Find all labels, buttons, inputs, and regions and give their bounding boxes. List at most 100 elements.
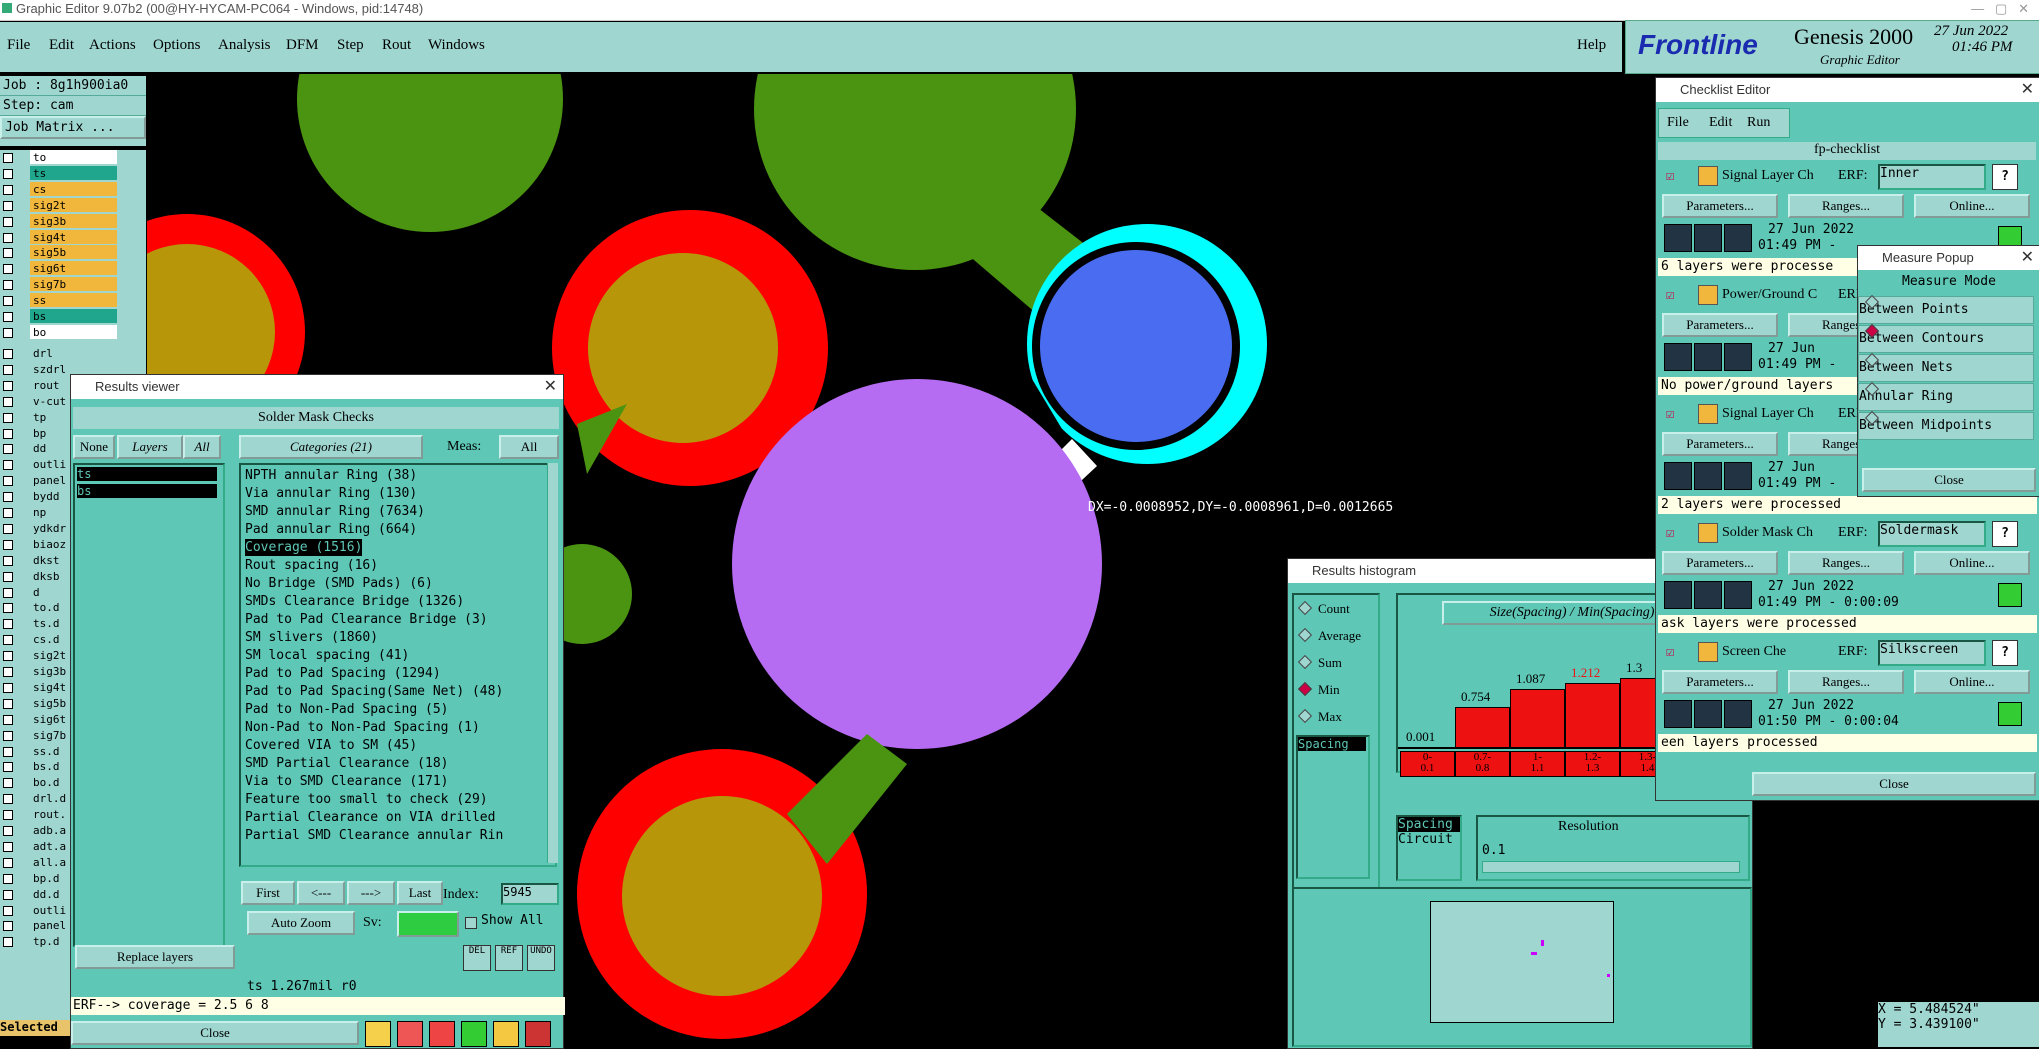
list2-spacing[interactable]: Spacing (1398, 817, 1460, 832)
layer-checkbox[interactable] (3, 587, 13, 598)
undo-icon[interactable]: UNDO (527, 945, 555, 971)
layer-checkbox[interactable] (3, 153, 13, 163)
measure-mode-option[interactable]: Between Contours (1858, 323, 2034, 353)
category-item[interactable]: Pad annular Ring (664) (245, 521, 417, 538)
layer-checkbox[interactable] (3, 508, 13, 518)
layer-name[interactable]: sig4t (30, 229, 117, 244)
layer-checkbox[interactable] (3, 216, 13, 227)
layer-row[interactable]: drl (0, 346, 146, 361)
toolbar-icon-3[interactable] (429, 1021, 455, 1047)
layer-checkbox[interactable] (3, 746, 13, 757)
show-all-checkbox[interactable] (465, 917, 477, 929)
menu-dfm[interactable]: DFM (286, 37, 319, 54)
run-icon[interactable] (1724, 462, 1752, 490)
run-icon[interactable] (1724, 700, 1752, 728)
list2-panel[interactable]: Spacing Circuit (1396, 815, 1462, 881)
run-icon[interactable] (1724, 224, 1752, 252)
layer-checkbox[interactable] (3, 905, 13, 916)
histogram-bar[interactable] (1455, 707, 1510, 749)
layer-row[interactable]: sig4t (0, 229, 146, 245)
categories-button[interactable]: Categories (21) (239, 435, 423, 459)
toolbar-icon-4[interactable] (461, 1021, 487, 1047)
layer-checkbox[interactable] (3, 651, 13, 662)
layer-name[interactable]: drl (30, 346, 117, 360)
layer-name[interactable]: cs (30, 181, 117, 196)
parameters-button[interactable]: Parameters... (1662, 670, 1778, 694)
menu-help[interactable]: Help (1577, 37, 1606, 54)
close-icon[interactable]: ✕ (544, 375, 557, 399)
sv-color-select[interactable] (397, 911, 459, 937)
run-icon[interactable] (1694, 700, 1722, 728)
layer-checkbox[interactable] (3, 380, 13, 391)
layer-results-list[interactable]: ts bs (73, 463, 225, 947)
action-checkbox[interactable]: ☑ (1666, 168, 1674, 184)
category-item[interactable]: SM local spacing (41) (245, 647, 409, 664)
menu-actions[interactable]: Actions (89, 37, 136, 54)
stat-radio[interactable]: Sum (1297, 654, 1342, 671)
job-matrix-button[interactable]: Job Matrix ... (0, 116, 146, 139)
layer-checkbox[interactable] (3, 682, 13, 693)
ranges-button[interactable]: Ranges... (1788, 551, 1904, 575)
run-icon[interactable] (1694, 224, 1722, 252)
layer-checkbox[interactable] (3, 396, 13, 407)
stat-radio[interactable]: Min (1297, 681, 1340, 698)
measure-mode-option[interactable]: Between Midpoints (1858, 410, 2034, 440)
layer-row[interactable]: sig6t (0, 261, 146, 276)
layer-checkbox[interactable] (3, 714, 13, 725)
online-button[interactable]: Online... (1914, 670, 2030, 694)
run-icon[interactable] (1724, 343, 1752, 371)
category-item[interactable]: Non-Pad to Non-Pad Spacing (1) (245, 719, 480, 736)
layer-name[interactable]: bo (30, 324, 117, 339)
menu-rout[interactable]: Rout (382, 37, 411, 54)
layer-checkbox[interactable] (3, 476, 13, 487)
layers-all-button[interactable]: All (183, 435, 221, 459)
categories-list[interactable]: NPTH annular Ring (38) Via annular Ring (… (239, 463, 557, 867)
histogram-bin[interactable]: 1.2- 1.3 (1565, 751, 1620, 777)
layer-checkbox[interactable] (3, 492, 13, 503)
run-icon[interactable] (1664, 224, 1692, 252)
layer-checkbox[interactable] (3, 523, 13, 534)
stat-radio[interactable]: Max (1297, 708, 1342, 725)
layer-checkbox[interactable] (3, 555, 13, 566)
category-item[interactable]: Pad to Pad Spacing (1294) (245, 665, 441, 682)
layer-checkbox[interactable] (3, 327, 13, 338)
layer-result-ts[interactable]: ts (77, 467, 217, 481)
layer-checkbox[interactable] (3, 248, 13, 259)
menu-analysis[interactable]: Analysis (218, 37, 271, 54)
layer-checkbox[interactable] (3, 232, 13, 243)
histogram-bin[interactable]: 0- 0.1 (1400, 751, 1455, 777)
layer-result-bs[interactable]: bs (77, 484, 217, 498)
layers-button[interactable]: Layers (117, 435, 183, 459)
close-icon[interactable]: ✕ (2021, 78, 2034, 102)
toolbar-icon-5[interactable] (493, 1021, 519, 1047)
help-icon[interactable]: ? (1992, 164, 2018, 190)
layer-row[interactable]: bo (0, 324, 146, 340)
layer-name[interactable]: sig7b (30, 277, 117, 292)
layer-checkbox[interactable] (3, 921, 13, 932)
layer-row[interactable]: ts (0, 165, 146, 181)
histogram-bar[interactable] (1565, 683, 1620, 749)
run-icon[interactable] (1694, 343, 1722, 371)
ref-icon[interactable]: REF (495, 945, 523, 971)
category-item[interactable]: SMDs Clearance Bridge (1326) (245, 593, 464, 610)
layer-checkbox[interactable] (3, 635, 13, 646)
category-item[interactable]: Via to SMD Clearance (171) (245, 773, 449, 790)
histogram-bin[interactable]: 1- 1.1 (1510, 751, 1565, 777)
spacing-list[interactable]: Spacing (1296, 735, 1370, 879)
categories-scrollbar[interactable] (547, 463, 558, 863)
run-icon[interactable] (1664, 581, 1692, 609)
checklist-close-button[interactable]: Close (1752, 772, 2036, 796)
layer-row[interactable]: sig7b (0, 277, 146, 292)
erf-field[interactable]: Soldermask (1878, 521, 1986, 547)
online-button[interactable]: Online... (1914, 551, 2030, 575)
run-icon[interactable] (1694, 462, 1722, 490)
run-icon[interactable] (1694, 581, 1722, 609)
layer-name[interactable]: to (30, 150, 117, 164)
category-item[interactable]: Pad to Pad Clearance Bridge (3) (245, 611, 488, 628)
index-input[interactable]: 5945 (501, 883, 559, 905)
ranges-button[interactable]: Ranges... (1788, 670, 1904, 694)
stat-radio[interactable]: Count (1297, 600, 1350, 617)
layer-checkbox[interactable] (3, 280, 13, 291)
layer-checkbox[interactable] (3, 312, 13, 322)
results-close-button[interactable]: Close (71, 1021, 359, 1045)
